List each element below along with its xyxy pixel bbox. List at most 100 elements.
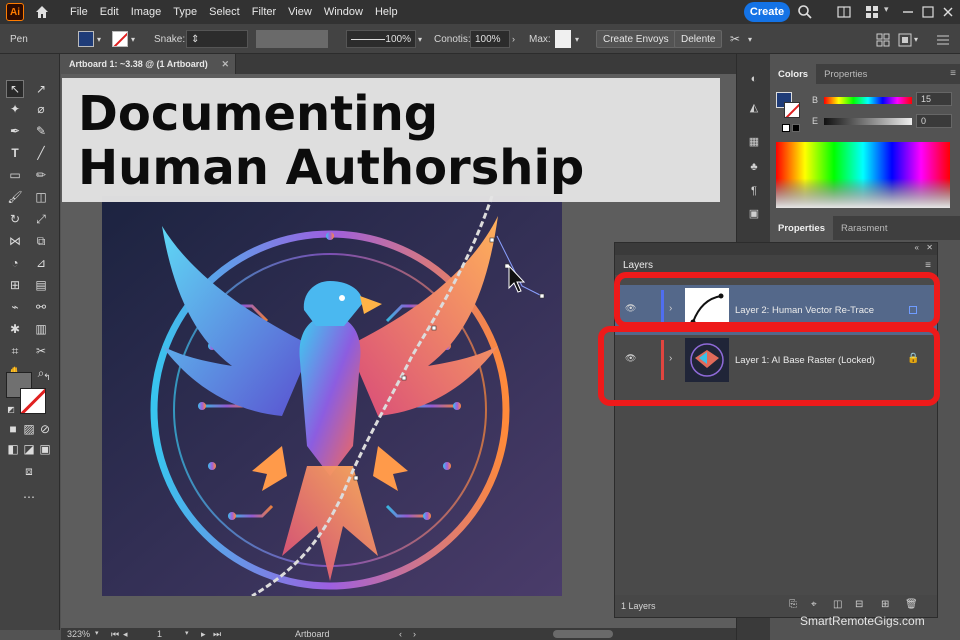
variable-width-profile[interactable] xyxy=(256,30,328,48)
menu-filter[interactable]: Filter xyxy=(252,6,276,18)
lasso-tool-icon[interactable]: ⌀ xyxy=(32,100,50,118)
next-artboard-icon[interactable]: ▸ xyxy=(201,629,206,640)
scale-tool-icon[interactable]: ⤢ xyxy=(32,210,50,228)
zoom-chevron-icon[interactable]: ▾ xyxy=(95,629,99,637)
menu-window[interactable]: Window xyxy=(324,6,363,18)
first-artboard-icon[interactable]: ⏮ xyxy=(111,629,119,640)
max-chevron-icon[interactable]: ▾ xyxy=(575,30,579,48)
curvature-tool-icon[interactable]: ✎ xyxy=(32,122,50,140)
new-layer-icon[interactable]: ⊞ xyxy=(881,599,889,610)
zoom-level[interactable]: 323% xyxy=(67,629,90,639)
artboard[interactable] xyxy=(102,196,562,596)
export-layer-icon[interactable]: ⎘ xyxy=(789,599,797,610)
slice-tool-icon[interactable]: ✂ xyxy=(32,342,50,360)
tab-properties-panel[interactable]: Properties xyxy=(770,216,833,240)
selection-tool-icon[interactable]: ↖ xyxy=(6,80,24,98)
free-transform-tool-icon[interactable]: ⧉ xyxy=(32,232,50,250)
close-icon[interactable] xyxy=(940,4,956,20)
collapse-panel-icon[interactable]: « xyxy=(915,243,919,252)
brushes-icon[interactable]: ▦ xyxy=(746,134,762,148)
stroke-style-field[interactable]: 100% xyxy=(346,30,416,48)
menu-type[interactable]: Type xyxy=(173,6,197,18)
draw-inside-icon[interactable]: ▣ xyxy=(36,440,54,458)
perspective-grid-tool-icon[interactable]: ⊿ xyxy=(32,254,50,272)
default-colors-icon[interactable]: ◩ xyxy=(2,400,20,418)
colors-black-chip[interactable] xyxy=(792,124,800,132)
arrange-documents-icon[interactable] xyxy=(836,4,852,20)
status-scroll-right-icon[interactable]: › xyxy=(413,629,416,639)
colors-white-chip[interactable] xyxy=(782,124,790,132)
status-scroll-left-icon[interactable]: ‹ xyxy=(399,629,402,639)
symbol-sprayer-tool-icon[interactable]: ✱ xyxy=(6,320,24,338)
pen-tool-icon[interactable]: ✒ xyxy=(6,122,24,140)
stroke-swatch[interactable]: ▾ xyxy=(112,30,135,48)
swatches-icon[interactable]: ◭ xyxy=(746,100,762,114)
menu-help[interactable]: Help xyxy=(375,6,398,18)
max-swatch[interactable] xyxy=(555,30,571,48)
blend-tool-icon[interactable]: ⚯ xyxy=(32,298,50,316)
gradient-tool-icon[interactable]: ▤ xyxy=(32,276,50,294)
paintbrush-tool-icon[interactable]: 🖌 xyxy=(6,188,24,206)
shape-builder-tool-icon[interactable]: ◔ xyxy=(6,254,24,272)
tab-colors[interactable]: Colors xyxy=(770,64,817,84)
stroke-style-chevron-icon[interactable]: ▾ xyxy=(418,30,422,48)
artboard-tool-icon[interactable]: ⌗ xyxy=(6,342,24,360)
rotate-tool-icon[interactable]: ↻ xyxy=(6,210,24,228)
artboard-page-number[interactable]: 1 xyxy=(157,629,162,639)
close-panel-icon[interactable]: ✕ xyxy=(926,243,933,252)
magic-wand-tool-icon[interactable]: ✦ xyxy=(6,100,24,118)
menu-image[interactable]: Image xyxy=(131,6,162,18)
eyedropper-tool-icon[interactable]: ⌁ xyxy=(6,298,24,316)
search-icon[interactable] xyxy=(797,4,813,20)
tab-rarasment[interactable]: Rarasment xyxy=(833,216,895,240)
type-tool-icon[interactable]: T xyxy=(6,144,24,162)
pen-options-chevron-icon[interactable]: ▾ xyxy=(748,30,752,48)
column-graph-tool-icon[interactable]: ▥ xyxy=(32,320,50,338)
constits-chevron-icon[interactable]: › xyxy=(512,30,515,48)
constits-field[interactable]: 100% xyxy=(470,30,510,48)
horizontal-scrollbar[interactable] xyxy=(553,630,613,638)
tab-properties[interactable]: Properties xyxy=(816,64,875,84)
transform-icon[interactable] xyxy=(898,33,912,47)
line-tool-icon[interactable]: ╱ xyxy=(32,144,50,162)
menu-view[interactable]: View xyxy=(288,6,312,18)
new-sublayer-icon[interactable]: ⊟ xyxy=(855,599,863,610)
stroke-color-swatch[interactable] xyxy=(20,388,46,414)
document-tab[interactable]: Artboard 1: ~3.38 @ (1 Artboard) ✕ xyxy=(61,54,236,74)
e-value-field[interactable]: 0 xyxy=(916,114,952,128)
transform-chevron-icon[interactable]: ▾ xyxy=(914,30,918,48)
delente-button[interactable]: Delente xyxy=(674,30,723,48)
create-button[interactable]: Create xyxy=(744,2,790,22)
menu-edit[interactable]: Edit xyxy=(100,6,119,18)
workspace-icon[interactable] xyxy=(864,4,880,20)
rectangle-tool-icon[interactable]: ▭ xyxy=(6,166,24,184)
color-spectrum[interactable] xyxy=(776,142,950,208)
panel-options-icon[interactable] xyxy=(936,33,950,47)
colors-stroke-swatch[interactable] xyxy=(784,102,800,118)
pencil-tool-icon[interactable]: ✏ xyxy=(32,166,50,184)
menu-file[interactable]: File xyxy=(70,6,88,18)
width-tool-icon[interactable]: ⋈ xyxy=(6,232,24,250)
delete-layer-icon[interactable]: 🗑 xyxy=(905,599,918,610)
minimize-icon[interactable] xyxy=(900,4,916,20)
prev-artboard-icon[interactable]: ◂ xyxy=(123,629,128,640)
mesh-tool-icon[interactable]: ⊞ xyxy=(6,276,24,294)
b-slider[interactable] xyxy=(824,97,912,104)
colors-panel-menu-icon[interactable]: ≡ xyxy=(950,68,956,79)
workspace-chevron-down-icon[interactable]: ▾ xyxy=(884,4,900,20)
align-icon[interactable] xyxy=(876,33,890,47)
paragraph-icon[interactable]: ¶ xyxy=(746,184,762,198)
status-mode[interactable]: Artboard xyxy=(295,629,330,639)
home-icon[interactable] xyxy=(34,4,50,20)
layers-menu-icon[interactable]: ≡ xyxy=(925,260,931,271)
b-value-field[interactable]: 15 xyxy=(916,92,952,106)
artboard-page-chevron-icon[interactable]: ▾ xyxy=(185,629,189,637)
swap-fill-stroke-icon[interactable]: ↰ xyxy=(38,368,56,386)
edit-toolbar-icon[interactable]: ⋯ xyxy=(20,488,38,506)
eraser-tool-icon[interactable]: ◫ xyxy=(32,188,50,206)
last-artboard-icon[interactable]: ⏭ xyxy=(213,629,221,640)
fill-swatch[interactable]: ▾ xyxy=(78,30,101,48)
direct-selection-tool-icon[interactable]: ↗ xyxy=(32,80,50,98)
pen-options-icon[interactable]: ✂ xyxy=(730,30,740,48)
screen-mode-icon[interactable]: ⧈ xyxy=(20,462,38,480)
